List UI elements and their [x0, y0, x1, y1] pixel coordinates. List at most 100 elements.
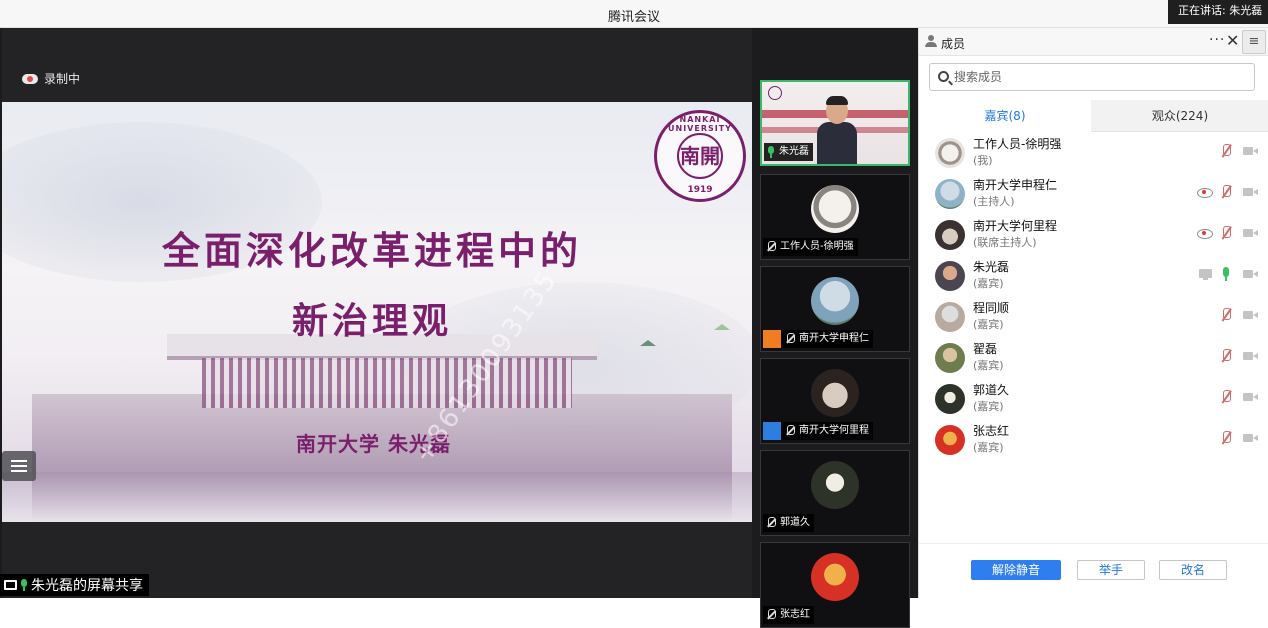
avatar [935, 384, 965, 414]
list-item[interactable]: 郭道久 (嘉宾) [919, 378, 1268, 419]
avatar [935, 343, 965, 373]
video-tile-name: 南开大学申程仁 [799, 333, 869, 344]
member-name: 程同顺 [973, 301, 1010, 315]
more-options-icon[interactable]: ··· [1209, 32, 1225, 48]
list-item[interactable]: 南开大学何里程 (联席主持人) [919, 214, 1268, 255]
mic-off-icon[interactable] [1219, 308, 1233, 322]
avatar [935, 179, 965, 209]
title-bar: 腾讯会议 [0, 0, 1268, 28]
mic-off-icon [766, 609, 776, 621]
speaking-indicator: 正在讲话: 朱光磊 [1168, 0, 1268, 24]
avatar [811, 185, 859, 233]
mic-off-icon[interactable] [1219, 144, 1233, 158]
meeting-stage: 录制中 NANKAI UNIVERSITY 南開 1919 全面深化改革进程中的… [0, 28, 918, 628]
member-role: (嘉宾) [973, 400, 1004, 413]
slide-ground [2, 472, 752, 522]
menu-icon[interactable]: ≡ [1242, 30, 1266, 54]
list-item[interactable]: 翟磊 (嘉宾) [919, 337, 1268, 378]
close-icon[interactable]: ✕ [1226, 31, 1239, 50]
list-item[interactable]: 工作人员-徐明强 (我) [919, 132, 1268, 173]
host-badge-icon [763, 330, 781, 348]
list-item[interactable]: 张志红 (嘉宾) [919, 419, 1268, 460]
recording-label: 录制中 [44, 72, 81, 86]
mic-off-icon [785, 425, 795, 437]
camera-off-icon[interactable] [1243, 349, 1258, 363]
panel-header: 成员 ··· ✕ ≡ [919, 28, 1268, 56]
eye-icon[interactable] [1197, 185, 1213, 199]
tab-audience[interactable]: 观众(224) [1091, 100, 1268, 132]
camera-off-icon[interactable] [1243, 390, 1258, 404]
mic-off-icon [785, 333, 795, 345]
avatar [811, 553, 859, 601]
mic-off-icon[interactable] [1219, 185, 1233, 199]
raise-hand-button[interactable]: 举手 [1077, 560, 1145, 580]
camera-off-icon[interactable] [1243, 226, 1258, 240]
eye-icon[interactable] [1197, 226, 1213, 240]
members-panel: 成员 ··· ✕ ≡ 嘉宾(8) 观众(224) 工作人员-徐明强 (我) 南开… [918, 28, 1268, 598]
member-name: 南开大学申程仁 [973, 178, 1058, 192]
video-tile[interactable]: 工作人员-徐明强 [760, 174, 910, 260]
mic-on-icon[interactable] [1219, 267, 1233, 281]
camera-off-icon[interactable] [1243, 144, 1258, 158]
video-name-tag: 朱光磊 [764, 143, 813, 161]
avatar [811, 277, 859, 325]
member-name: 南开大学何里程 [973, 219, 1058, 233]
list-item[interactable]: 程同顺 (嘉宾) [919, 296, 1268, 337]
avatar [935, 138, 965, 168]
member-role: (嘉宾) [973, 277, 1004, 290]
member-role: (嘉宾) [973, 359, 1004, 372]
slide-headline-line2: 新治理观 [292, 301, 453, 342]
mic-off-icon[interactable] [1219, 349, 1233, 363]
list-item[interactable]: 南开大学申程仁 (主持人) [919, 173, 1268, 214]
camera-off-icon[interactable] [1243, 431, 1258, 445]
side-toolbar-toggle[interactable] [2, 451, 36, 481]
mic-off-icon[interactable] [1219, 390, 1233, 404]
member-role: (嘉宾) [973, 318, 1004, 331]
avatar [935, 425, 965, 455]
video-name-tag: 张志红 [763, 606, 814, 624]
video-tile-name: 郭道久 [780, 517, 810, 528]
video-tile-name: 张志红 [780, 609, 810, 620]
avatar [935, 220, 965, 250]
share-label-text: 朱光磊的屏幕共享 [31, 578, 143, 594]
slide-building-facade [202, 358, 572, 408]
unmute-all-button[interactable]: 解除静音 [971, 560, 1061, 580]
seal-character: 南開 [677, 133, 723, 179]
video-name-tag: 南开大学何里程 [763, 422, 873, 440]
member-name: 工作人员-徐明强 [973, 137, 1062, 151]
video-tile-name: 南开大学何里程 [799, 425, 869, 436]
slide-headline-line1: 全面深化改革进程中的 [162, 229, 583, 273]
video-name-tag: 郭道久 [763, 514, 814, 532]
member-search-input[interactable] [954, 67, 1244, 87]
shared-slide: NANKAI UNIVERSITY 南開 1919 全面深化改革进程中的 新治理… [2, 102, 752, 522]
backdrop-logo [768, 86, 782, 100]
camera-off-icon[interactable] [1243, 308, 1258, 322]
mic-on-icon [767, 146, 775, 158]
member-name: 朱光磊 [973, 260, 1010, 274]
mic-off-icon[interactable] [1219, 431, 1233, 445]
video-tile-speaker[interactable]: 朱光磊 [760, 80, 910, 166]
avatar [935, 302, 965, 332]
member-search-box[interactable] [929, 63, 1255, 91]
member-tabs: 嘉宾(8) 观众(224) [919, 100, 1268, 132]
member-name: 郭道久 [973, 383, 1010, 397]
tab-guests[interactable]: 嘉宾(8) [919, 100, 1091, 132]
member-role: (主持人) [973, 195, 1015, 208]
bird-illustration [714, 324, 730, 330]
camera-off-icon[interactable] [1243, 185, 1258, 199]
member-name: 翟磊 [973, 342, 998, 356]
video-tile[interactable]: 郭道久 [760, 450, 910, 536]
video-tile-name: 朱光磊 [779, 146, 809, 157]
mic-off-icon[interactable] [1219, 226, 1233, 240]
seal-year: 1919 [687, 185, 713, 195]
screen-share-icon [4, 580, 17, 590]
video-tile[interactable]: 张志红 [760, 542, 910, 628]
camera-off-icon[interactable] [1243, 267, 1258, 281]
video-tile[interactable]: 南开大学何里程 [760, 358, 910, 444]
nankai-university-seal: NANKAI UNIVERSITY 南開 1919 [654, 110, 746, 202]
seal-ring-text: NANKAI UNIVERSITY [668, 115, 732, 133]
cloud-record-icon [22, 73, 38, 84]
list-item[interactable]: 朱光磊 (嘉宾) [919, 255, 1268, 296]
video-tile[interactable]: 南开大学申程仁 [760, 266, 910, 352]
rename-button[interactable]: 改名 [1159, 560, 1227, 580]
